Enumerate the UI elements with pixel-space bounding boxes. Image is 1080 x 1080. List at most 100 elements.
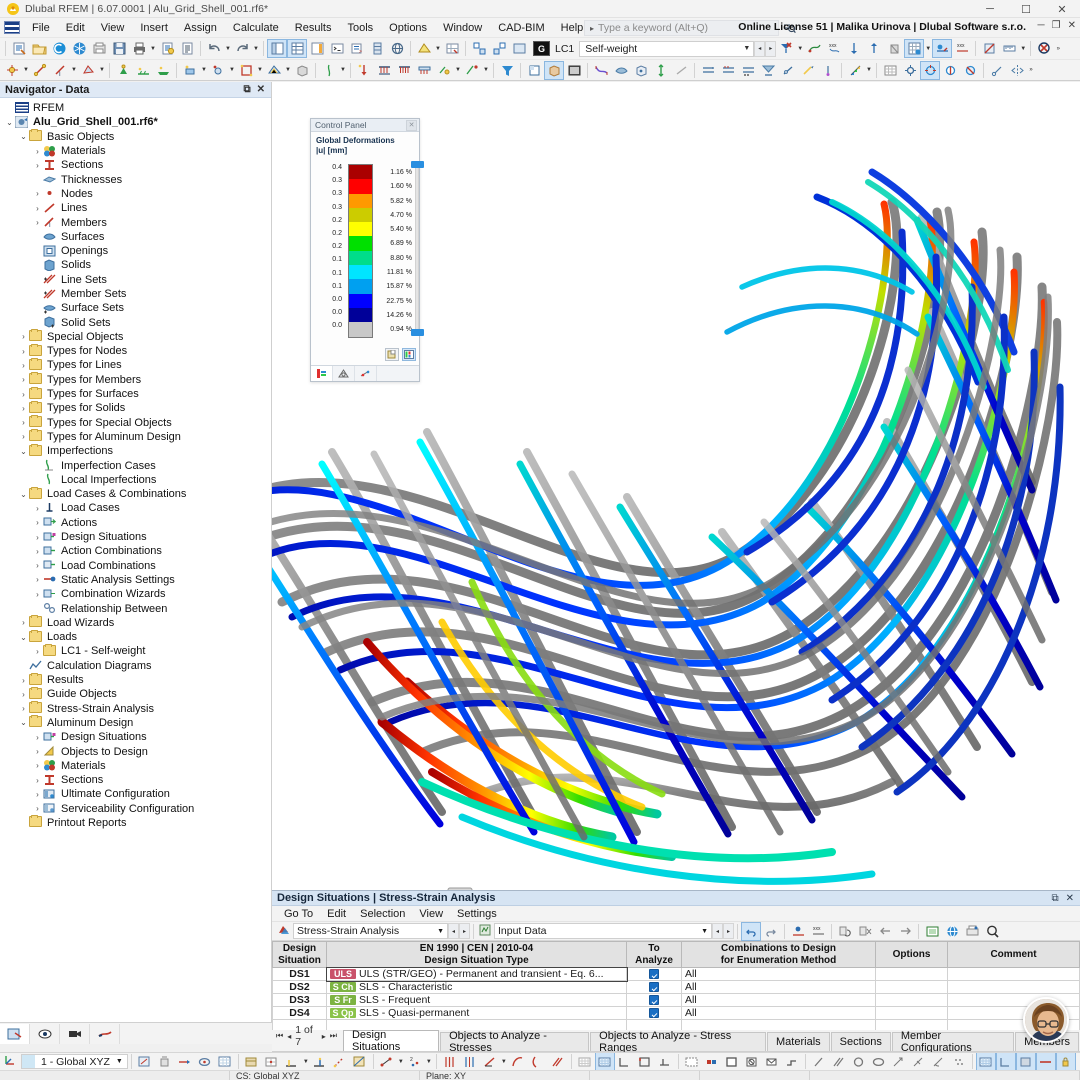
navigator-item-local-imperfections[interactable]: Local Imperfections (0, 473, 271, 487)
expand-arrow-icon[interactable]: › (32, 747, 43, 756)
surface-load-button[interactable] (414, 61, 434, 80)
table-tab-materials[interactable]: Materials (767, 1032, 830, 1051)
navigator-item-load-combinations[interactable]: › Load Combinations (0, 559, 271, 573)
menu-item-edit[interactable]: Edit (58, 20, 93, 36)
free-load-dropdown-icon[interactable]: ▼ (454, 61, 462, 80)
rotate-cs-button[interactable] (195, 1053, 215, 1070)
insert-member-dropdown-icon[interactable]: ▼ (70, 61, 78, 80)
grid-snap-b-button[interactable] (594, 1053, 615, 1070)
view-front-button[interactable] (524, 61, 544, 80)
member-load-button[interactable] (394, 61, 414, 80)
prev-page-button[interactable]: ◂ (287, 1032, 291, 1041)
checkbox-checked-icon[interactable] (649, 995, 659, 1006)
cell-design-situation[interactable]: DS4 (272, 1006, 327, 1020)
table-menu-settings[interactable]: Settings (450, 907, 504, 921)
navigator-item-calculation-diagrams[interactable]: Calculation Diagrams (0, 659, 271, 673)
redo-dropdown-icon[interactable]: ▼ (252, 39, 260, 58)
navigator-item-relationship-between[interactable]: Relationship Between (0, 601, 271, 615)
arc-button[interactable] (508, 1053, 528, 1070)
expand-arrow-icon[interactable]: › (18, 690, 29, 699)
expand-arrow-icon[interactable]: › (18, 347, 29, 356)
save-button[interactable] (109, 39, 129, 58)
show-supports-button[interactable] (844, 39, 864, 58)
mesh-settings-button[interactable] (900, 61, 920, 80)
insert-member-button[interactable]: I (50, 61, 70, 80)
collapse-arrow-icon[interactable]: ⌄ (18, 718, 29, 727)
numbering-button[interactable]: xxx (808, 922, 828, 941)
panel-toggle-button[interactable] (307, 39, 327, 58)
move-up-button[interactable] (875, 922, 895, 941)
mesh-refinement-dropdown-icon[interactable]: ▼ (284, 61, 292, 80)
ellipse-button[interactable] (869, 1053, 889, 1070)
visibility-button[interactable] (509, 39, 529, 58)
navigator-item-types-for-special-objects[interactable]: › Types for Special Objects (0, 415, 271, 430)
envelope-button[interactable] (762, 1053, 782, 1070)
grid-cs-button[interactable] (215, 1053, 235, 1070)
table-menu-edit[interactable]: Edit (320, 907, 353, 921)
collapse-arrow-icon[interactable]: ⌄ (18, 447, 29, 456)
rigid-link-button[interactable] (236, 61, 256, 80)
legend-color-band[interactable] (349, 293, 372, 308)
line-hinge-dropdown-icon[interactable]: ▼ (228, 61, 236, 80)
legend-display-button[interactable] (402, 348, 416, 361)
show-deformed-shape-button[interactable] (591, 61, 611, 80)
member-hinge-dropdown-icon[interactable]: ▼ (200, 61, 208, 80)
navigator-item-results[interactable]: › Results (0, 672, 271, 687)
legend-color-band[interactable] (349, 322, 372, 337)
cell-to-analyze[interactable] (626, 1006, 682, 1020)
grid-view-button[interactable] (975, 1053, 996, 1070)
collapse-arrow-icon[interactable]: ⌄ (18, 490, 29, 499)
insert-surface-button[interactable] (78, 61, 98, 80)
legend-color-band[interactable] (349, 279, 372, 294)
navigator-item-load-wizards[interactable]: › Load Wizards (0, 615, 271, 630)
navigator-item-static-analysis-settings[interactable]: › Static Analysis Settings (0, 573, 271, 587)
collapse-arrow-icon[interactable]: ⌄ (4, 118, 15, 127)
legend-color-band[interactable] (349, 179, 372, 194)
cell-options[interactable] (875, 980, 948, 994)
control-panel-tab-filter[interactable] (355, 366, 377, 381)
navigator-tab-data[interactable] (0, 1023, 30, 1044)
table-panel-close-button[interactable]: ✕ (1066, 893, 1074, 904)
expand-arrow-icon[interactable]: › (18, 618, 29, 627)
measure-button[interactable] (987, 61, 1007, 80)
expand-arrow-icon[interactable]: › (18, 332, 29, 341)
legend-color-band[interactable] (349, 222, 372, 237)
data-type-selector[interactable]: Input Data ▼ ◂ ▸ (477, 923, 734, 939)
last-page-button[interactable]: ⏭ (330, 1031, 337, 1041)
expand-arrow-icon[interactable]: › (32, 189, 43, 198)
undo-table-button[interactable] (741, 921, 761, 941)
snap-base-button[interactable] (655, 1053, 675, 1070)
load-case-next-button[interactable]: ▸ (765, 40, 777, 57)
menu-item-calculate[interactable]: Calculate (225, 20, 287, 36)
edit-cs-button[interactable] (175, 1053, 195, 1070)
results-forces-button[interactable] (940, 61, 960, 80)
cell-to-analyze[interactable] (626, 967, 682, 981)
show-loads-button[interactable] (698, 61, 718, 80)
bim-import-button[interactable] (69, 39, 89, 58)
cell-combinations[interactable]: All (681, 1006, 876, 1020)
show-reactions-button[interactable] (864, 39, 884, 58)
line-angle-button[interactable] (480, 1053, 500, 1070)
document-list-button[interactable] (177, 39, 197, 58)
navigator-tab-results[interactable] (90, 1023, 120, 1044)
module-prev-button[interactable]: ◂ (448, 923, 459, 939)
grid-snap-a-button[interactable] (575, 1053, 595, 1070)
insert-node-button[interactable] (2, 61, 22, 80)
expand-arrow-icon[interactable]: › (32, 575, 43, 584)
minimize-button[interactable]: ─ (972, 0, 1008, 18)
load-case-combo[interactable]: Self-weight ▼ (579, 40, 755, 57)
print-dropdown-icon[interactable]: ▼ (149, 39, 157, 58)
circle-button[interactable] (849, 1053, 869, 1070)
navigator-item-aluminum-design[interactable]: ⌄ Aluminum Design (0, 715, 271, 730)
cell-combinations[interactable]: All (681, 993, 876, 1007)
menu-item-results[interactable]: Results (287, 20, 340, 36)
expand-arrow-icon[interactable]: › (18, 375, 29, 384)
snap-point-dropdown-icon[interactable]: ▼ (397, 1053, 405, 1070)
perp-button[interactable] (909, 1053, 929, 1070)
navigator-item-lines[interactable]: › Lines (0, 201, 271, 215)
color-legend-dropdown-icon[interactable]: ▼ (865, 61, 873, 80)
line-angle-dropdown-icon[interactable]: ▼ (500, 1053, 508, 1070)
line-load-button[interactable] (374, 61, 394, 80)
redo-table-button[interactable] (761, 922, 781, 941)
load-case-selector[interactable]: G LC1 Self-weight ▼ ◂ ▸ (533, 40, 777, 58)
